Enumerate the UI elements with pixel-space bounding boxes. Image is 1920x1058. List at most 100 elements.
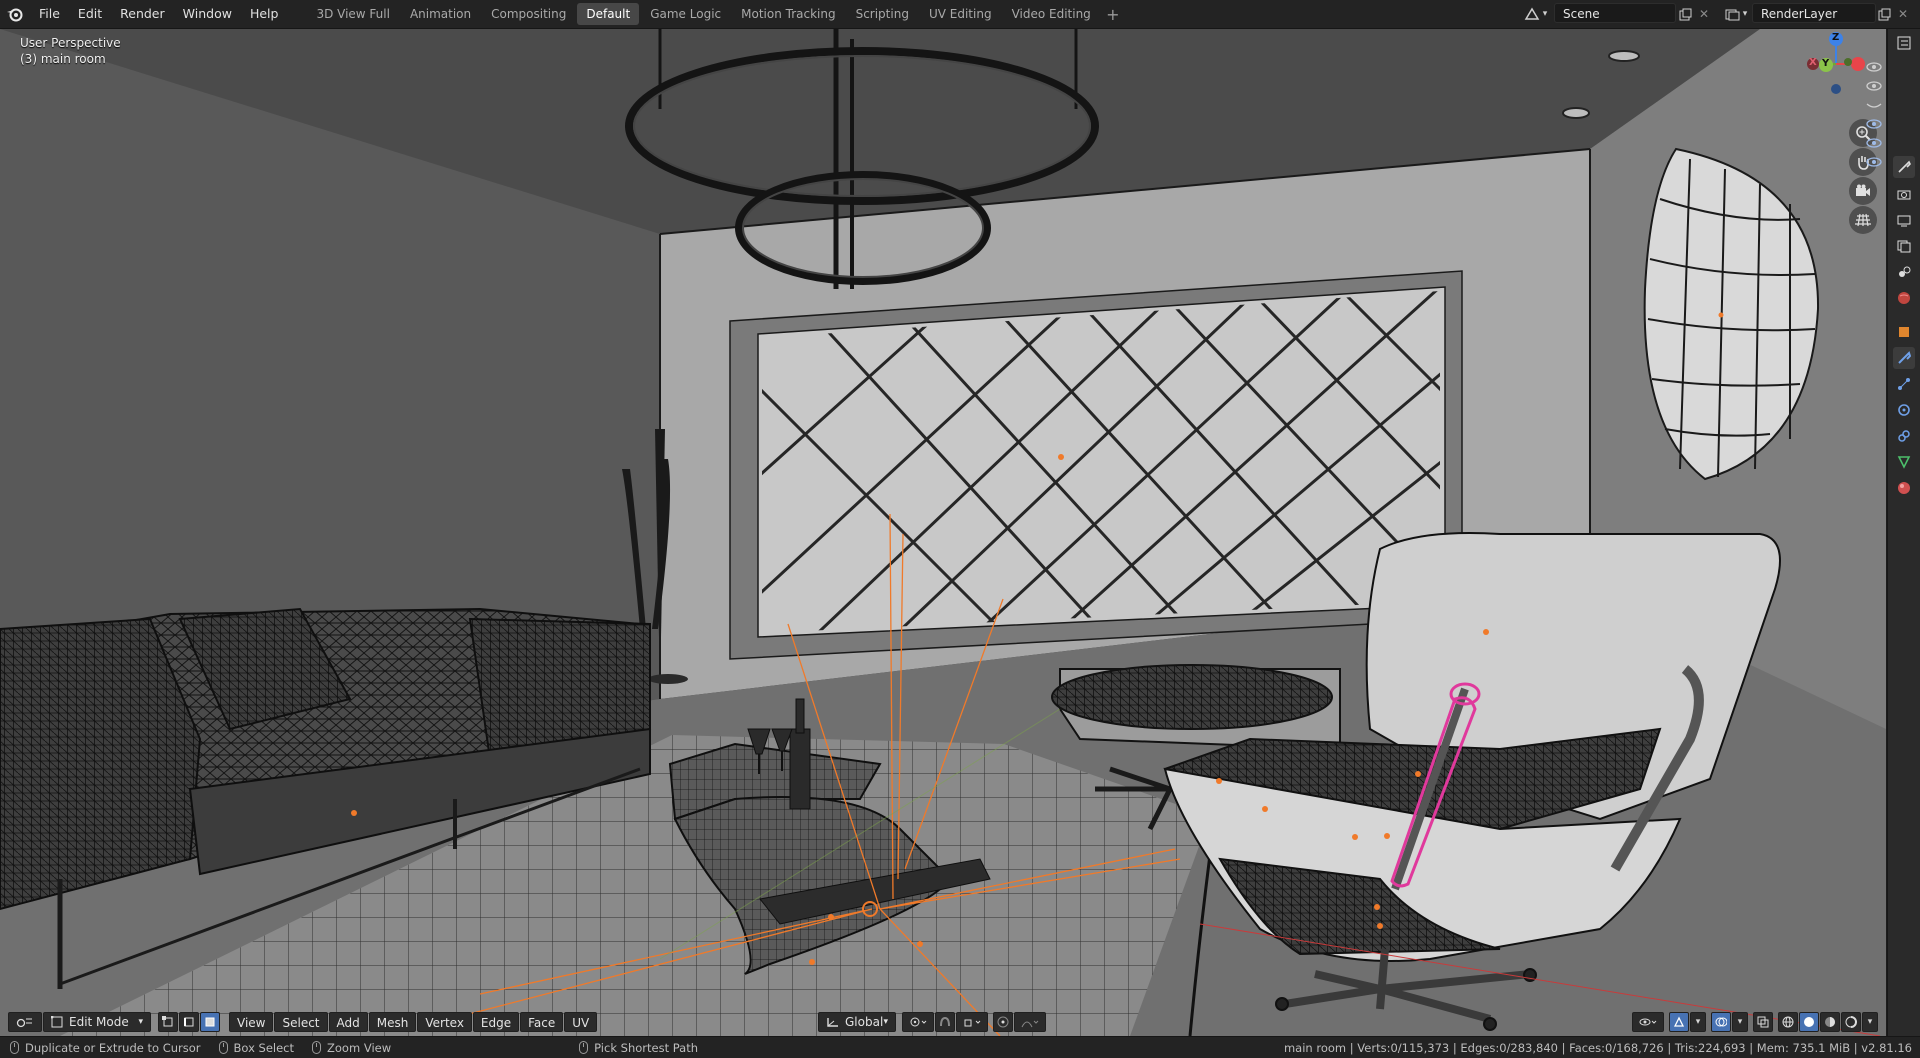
status-zoom: Zoom View [312,1041,391,1055]
chevron-down-icon[interactable]: ▾ [1740,4,1750,24]
ortho-grid-icon[interactable] [1849,206,1877,234]
chevron-down-icon[interactable]: ▾ [1540,4,1550,24]
visibility-selectable-icon[interactable] [1632,1012,1664,1032]
proportional-edit-icon[interactable] [993,1012,1013,1032]
world-properties-icon[interactable] [1893,287,1915,309]
tab-scripting[interactable]: Scripting [847,3,918,25]
viewport-header: Edit Mode ▾ View Select Add Mesh Vertex … [0,1008,1886,1036]
menu-render[interactable]: Render [111,0,174,28]
chevron-down-icon[interactable]: ▾ [1690,1012,1706,1032]
menu-file[interactable]: File [30,0,69,28]
outliner-display-icon[interactable] [1893,32,1915,54]
eye-icon[interactable] [1866,80,1882,92]
editor-type-icon[interactable] [8,1012,42,1032]
viewport-collection-label: (3) main room [20,52,106,66]
status-zoom-label: Zoom View [327,1040,392,1055]
render-layer-icon[interactable] [1722,4,1742,24]
viewport-perspective-label: User Perspective [20,36,121,50]
new-scene-icon[interactable] [1675,4,1695,24]
menu-select[interactable]: Select [274,1012,328,1032]
eye-icon[interactable] [1866,137,1882,149]
constraints-properties-icon[interactable] [1893,425,1915,447]
modifier-properties-icon[interactable] [1893,347,1915,369]
snap-target-icon[interactable] [956,1012,988,1032]
tab-game-logic[interactable]: Game Logic [641,3,730,25]
navigation-gizmo[interactable]: Z Y X [1796,29,1866,99]
chevron-down-icon[interactable]: ▾ [1862,1012,1878,1032]
status-pick: Pick Shortest Path [579,1041,698,1055]
menu-view[interactable]: View [229,1012,274,1032]
material-properties-icon[interactable] [1893,477,1915,499]
mode-selector[interactable]: Edit Mode ▾ [43,1012,151,1032]
eye-icon[interactable] [1866,61,1882,73]
solid-shading-icon[interactable] [1799,1012,1819,1032]
material-shading-icon[interactable] [1820,1012,1840,1032]
active-tool-icon[interactable] [1893,156,1915,178]
data-properties-icon[interactable] [1893,451,1915,473]
status-bar: Duplicate or Extrude to Cursor Box Selec… [0,1036,1920,1058]
scene-properties-icon[interactable] [1893,261,1915,283]
status-left-click: Duplicate or Extrude to Cursor [10,1041,201,1055]
menu-edit[interactable]: Edit [69,0,111,28]
menu-help[interactable]: Help [241,0,288,28]
3d-viewport[interactable]: User Perspective (3) main room Z Y X [0,29,1886,1036]
menu-uv[interactable]: UV [564,1012,598,1032]
menu-add[interactable]: Add [328,1012,368,1032]
delete-render-layer-icon[interactable]: ✕ [1893,4,1913,24]
falloff-icon[interactable] [1014,1012,1046,1032]
tab-default[interactable]: Default [577,3,640,25]
chevron-down-icon[interactable]: ▾ [1732,1012,1748,1032]
pivot-point-icon[interactable] [902,1012,934,1032]
particles-properties-icon[interactable] [1893,373,1915,395]
mouse-drag-icon [218,1041,228,1054]
menu-window[interactable]: Window [174,0,241,28]
scene-selector[interactable]: Scene [1554,3,1676,23]
gizmo-y-label: Y [1822,58,1830,69]
menu-mesh[interactable]: Mesh [368,1012,417,1032]
eye-icon[interactable] [1866,156,1882,168]
menu-vertex[interactable]: Vertex [417,1012,472,1032]
status-box-select-label: Box Select [233,1040,295,1055]
edit-mode-icon [51,1016,63,1028]
snap-icon[interactable] [935,1012,955,1032]
blender-logo-icon[interactable] [0,0,30,28]
transform-orientation-selector[interactable]: Global ▾ [818,1012,896,1032]
menu-edge[interactable]: Edge [472,1012,520,1032]
add-workspace-button[interactable]: + [1102,5,1124,24]
tab-uv-editing[interactable]: UV Editing [920,3,1001,25]
tab-3d-view-full[interactable]: 3D View Full [307,3,399,25]
mouse-right-icon [579,1041,589,1054]
tab-compositing[interactable]: Compositing [482,3,575,25]
wireframe-shading-icon[interactable] [1778,1012,1798,1032]
rendered-shading-icon[interactable] [1841,1012,1861,1032]
object-properties-icon[interactable] [1893,321,1915,343]
physics-properties-icon[interactable] [1893,399,1915,421]
vertex-select-icon[interactable] [158,1012,178,1032]
status-left-click-label: Duplicate or Extrude to Cursor [25,1040,201,1055]
chevron-down-icon: ▾ [138,1017,143,1027]
outliner-visibility-strip [1862,29,1886,209]
xray-toggle-icon[interactable] [1753,1012,1773,1032]
output-properties-icon[interactable] [1893,209,1915,231]
view-layer-properties-icon[interactable] [1893,235,1915,257]
gizmo-z-label: Z [1832,32,1840,43]
render-properties-icon[interactable] [1893,183,1915,205]
tab-animation[interactable]: Animation [401,3,480,25]
mouse-middle-icon [312,1041,322,1054]
render-layer-selector[interactable]: RenderLayer [1752,3,1876,23]
face-select-icon[interactable] [200,1012,220,1032]
scene-icon[interactable] [1522,4,1542,24]
edge-select-icon[interactable] [179,1012,199,1032]
tab-motion-tracking[interactable]: Motion Tracking [732,3,844,25]
gizmo-toggle-icon[interactable] [1669,1012,1689,1032]
gizmo-x-label: X [1809,57,1817,68]
orientation-icon [827,1018,838,1027]
eye-closed-icon[interactable] [1866,99,1882,111]
menu-face[interactable]: Face [520,1012,564,1032]
delete-scene-icon[interactable]: ✕ [1694,4,1714,24]
eye-icon[interactable] [1866,118,1882,130]
tab-video-editing[interactable]: Video Editing [1003,3,1100,25]
mouse-left-icon [10,1041,19,1054]
new-render-layer-icon[interactable] [1874,4,1894,24]
overlays-toggle-icon[interactable] [1711,1012,1731,1032]
